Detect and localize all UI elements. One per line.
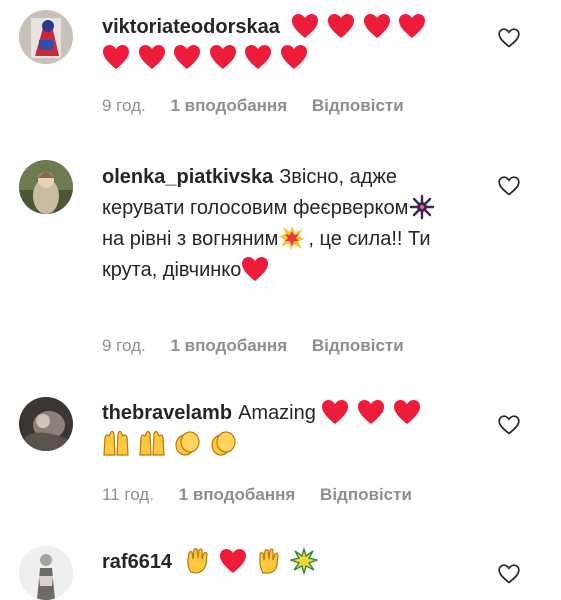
reply-button[interactable]: Відповісти <box>320 485 412 504</box>
waving-hand-icon <box>184 548 212 574</box>
red-heart-icon <box>241 256 269 282</box>
like-heart-icon[interactable] <box>498 176 520 196</box>
red-heart-icon <box>280 44 308 70</box>
red-heart-icon <box>398 13 426 39</box>
comment-meta: 9 год. 1 вподобання Відповісти <box>102 336 424 356</box>
red-heart-icon <box>102 44 130 70</box>
username[interactable]: thebravelamb <box>102 402 232 424</box>
raised-hand-icon <box>255 548 283 574</box>
timestamp[interactable]: 11 год. <box>102 485 154 504</box>
red-heart-icon <box>357 399 385 425</box>
like-heart-icon[interactable] <box>498 564 520 584</box>
raising-hands-icon <box>138 430 166 456</box>
username[interactable]: viktoriateodorskaa <box>102 16 280 38</box>
likes-count[interactable]: 1 вподобання <box>179 485 296 504</box>
red-heart-icon <box>209 44 237 70</box>
username[interactable]: olenka_piatkivska <box>102 166 273 188</box>
red-heart-icon <box>291 13 319 39</box>
red-heart-icon <box>244 44 272 70</box>
sparkle-burst-icon <box>290 548 319 574</box>
comment-text: olenka_piatkivska Звісно, адже керувати г… <box>102 162 447 286</box>
username[interactable]: raf6614 <box>102 551 172 573</box>
timestamp[interactable]: 9 год. <box>102 336 146 355</box>
avatar[interactable] <box>19 546 73 600</box>
likes-count[interactable]: 1 вподобання <box>170 96 287 115</box>
reply-button[interactable]: Відповісти <box>312 336 404 355</box>
like-heart-icon[interactable] <box>498 28 520 48</box>
avatar[interactable] <box>19 10 73 64</box>
raising-hands-icon <box>102 430 130 456</box>
fireworks-icon <box>408 194 436 220</box>
likes-count[interactable]: 1 вподобання <box>170 336 287 355</box>
comment-text: thebravelamb Amazing <box>102 398 447 460</box>
red-heart-icon <box>327 13 355 39</box>
red-heart-icon <box>173 44 201 70</box>
comment-body: на рівні з вогняним <box>102 228 279 250</box>
timestamp[interactable]: 9 год. <box>102 96 146 115</box>
clapping-hands-icon <box>173 430 201 456</box>
red-heart-icon <box>321 399 349 425</box>
reply-button[interactable]: Відповісти <box>312 96 404 115</box>
like-heart-icon[interactable] <box>498 415 520 435</box>
avatar[interactable] <box>19 397 73 451</box>
red-heart-icon <box>138 44 166 70</box>
comment-text: viktoriateodorskaa <box>102 12 447 74</box>
red-heart-icon <box>219 548 247 574</box>
red-heart-icon <box>363 13 391 39</box>
comment-meta: 11 год. 1 вподобання Відповісти <box>102 485 432 505</box>
avatar[interactable] <box>19 160 73 214</box>
red-heart-icon <box>393 399 421 425</box>
comment-text: raf6614 <box>102 547 447 578</box>
comment-meta: 9 год. 1 вподобання Відповісти <box>102 96 424 116</box>
comment-body: Amazing <box>238 402 316 424</box>
collision-icon <box>278 225 306 251</box>
clapping-hands-icon <box>209 430 237 456</box>
